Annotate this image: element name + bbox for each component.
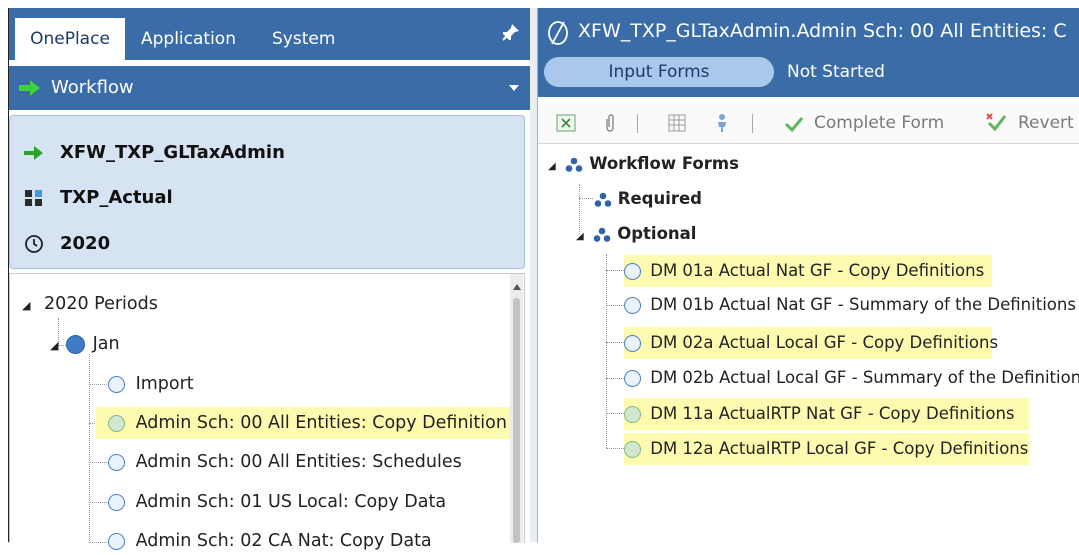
form-label: DM 02b Actual Local GF - Summary of the … [650, 368, 1079, 387]
workflow-group-icon [566, 157, 583, 172]
tree-item-label: Import [135, 374, 194, 394]
status-circle-icon [108, 414, 125, 432]
optional-label: Optional [617, 224, 697, 243]
tree-item-label: Admin Sch: 00 All Entities: Copy Definit… [135, 413, 507, 433]
year-value: 2020 [60, 233, 111, 254]
tree-scrollbar[interactable] [510, 274, 523, 543]
expanded-triangle-icon[interactable]: ◢ [576, 231, 584, 242]
form-item[interactable]: DM 01a Actual Nat GF - Copy Definitions [624, 255, 992, 287]
tab-input-forms[interactable]: Input Forms [544, 57, 774, 87]
chevron-down-icon[interactable] [509, 85, 519, 92]
tree-item-label: Admin Sch: 02 CA Nat: Copy Data [135, 531, 432, 551]
revert-icon [986, 113, 1007, 132]
expanded-triangle-icon[interactable]: ◢ [50, 339, 58, 352]
status-circle-icon [624, 441, 641, 458]
scrollbar-thumb[interactable] [513, 298, 520, 543]
period-tree: ◢ 2020 Periods ◢ Jan Import Admin Sch: 0… [9, 273, 525, 551]
form-label: DM 01b Actual Nat GF - Summary of the De… [650, 295, 1076, 314]
tree-item-copy-definition[interactable]: Admin Sch: 00 All Entities: Copy Definit… [96, 407, 510, 439]
status-circle-icon [624, 263, 641, 280]
arrow-right-icon [24, 146, 43, 160]
tree-item-label: Admin Sch: 00 All Entities: Schedules [135, 452, 462, 472]
expanded-triangle-icon[interactable]: ◢ [548, 161, 556, 172]
form-label: DM 01a Actual Nat GF - Copy Definitions [650, 261, 985, 280]
form-header: XFW_TXP_GLTaxAdmin.Admin Sch: 00 All Ent… [538, 8, 1079, 97]
tab-application[interactable]: Application [141, 18, 236, 60]
complete-form-button[interactable]: Complete Form [814, 103, 944, 143]
tree-item-schedules[interactable]: Admin Sch: 00 All Entities: Schedules [108, 448, 462, 476]
form-label: DM 02a Actual Local GF - Copy Definition… [650, 333, 999, 352]
workflow-profile-name: XFW_TXP_GLTaxAdmin [60, 142, 285, 163]
status-circle-icon [108, 532, 125, 550]
workflow-group-icon [594, 227, 611, 242]
expanded-triangle-icon[interactable]: ◢ [22, 299, 30, 312]
tab-oneplace[interactable]: OnePlace [15, 18, 125, 60]
scenario-icon [25, 190, 42, 206]
status-circle-icon [624, 370, 641, 387]
tree-required[interactable]: Required [594, 184, 702, 214]
status-circle-icon [108, 375, 125, 393]
status-circle-icon [624, 297, 641, 314]
form-label: DM 11a ActualRTP Nat GF - Copy Definitio… [650, 404, 1015, 423]
clock-icon [25, 235, 43, 253]
form-item[interactable]: DM 02b Actual Local GF - Summary of the … [624, 363, 1079, 393]
status-circle-icon [624, 406, 641, 423]
status-circle-icon [624, 335, 641, 352]
excel-icon[interactable] [556, 114, 576, 132]
grid-icon[interactable] [668, 114, 686, 132]
tree-root-label: 2020 Periods [44, 294, 158, 314]
person-icon[interactable] [716, 113, 728, 133]
paperclip-icon[interactable] [604, 113, 616, 133]
tree-root-periods[interactable]: ◢ 2020 Periods [22, 290, 158, 318]
workflow-group-icon [594, 192, 612, 207]
form-item[interactable]: DM 01b Actual Nat GF - Summary of the De… [624, 290, 1076, 320]
scroll-up-icon[interactable] [513, 284, 521, 290]
workflow-info-box: XFW_TXP_GLTaxAdmin TXP_Actual 2020 [9, 115, 525, 269]
required-label: Required [617, 189, 702, 208]
status-circle-icon [108, 453, 125, 471]
revert-button[interactable]: Revert [1018, 103, 1074, 143]
pin-icon[interactable] [499, 22, 521, 48]
form-item[interactable]: DM 02a Actual Local GF - Copy Definition… [624, 327, 998, 359]
form-toolbar: Complete Form Revert [538, 103, 1079, 144]
form-item[interactable]: DM 12a ActualRTP Local GF - Copy Definit… [624, 433, 1029, 465]
tree-workflow-forms[interactable]: ◢ Workflow Forms [548, 149, 739, 179]
workflow-bar[interactable]: Workflow [9, 66, 531, 110]
tab-system[interactable]: System [272, 18, 335, 60]
left-panel: OnePlace Application System Workflow XFW… [8, 8, 531, 551]
arrow-right-icon [19, 80, 40, 96]
panel-splitter[interactable] [530, 8, 537, 542]
tree-item-us-local[interactable]: Admin Sch: 01 US Local: Copy Data [108, 488, 446, 516]
status-filled-icon [66, 334, 86, 354]
checkmark-icon [784, 117, 804, 132]
tree-item-import[interactable]: Import [108, 370, 194, 398]
onestream-logo-icon [548, 21, 568, 45]
workflow-status: Not Started [787, 62, 885, 82]
top-tab-bar: OnePlace Application System [9, 8, 531, 60]
tree-item-ca-nat[interactable]: Admin Sch: 02 CA Nat: Copy Data [108, 527, 432, 555]
status-circle-icon [108, 493, 125, 511]
scenario-name: TXP_Actual [60, 187, 173, 208]
form-title: XFW_TXP_GLTaxAdmin.Admin Sch: 00 All Ent… [578, 20, 1067, 42]
right-panel: XFW_TXP_GLTaxAdmin.Admin Sch: 00 All Ent… [537, 8, 1079, 542]
form-item[interactable]: DM 11a ActualRTP Nat GF - Copy Definitio… [624, 398, 1029, 430]
tree-root-label: Workflow Forms [589, 154, 739, 173]
tree-optional[interactable]: ◢ Optional [576, 219, 696, 249]
tree-item-label: Admin Sch: 01 US Local: Copy Data [135, 492, 447, 512]
form-label: DM 12a ActualRTP Local GF - Copy Definit… [650, 439, 1029, 458]
tree-period-jan[interactable]: ◢ Jan [50, 330, 120, 358]
period-label: Jan [92, 334, 120, 354]
workflow-label: Workflow [51, 77, 134, 98]
